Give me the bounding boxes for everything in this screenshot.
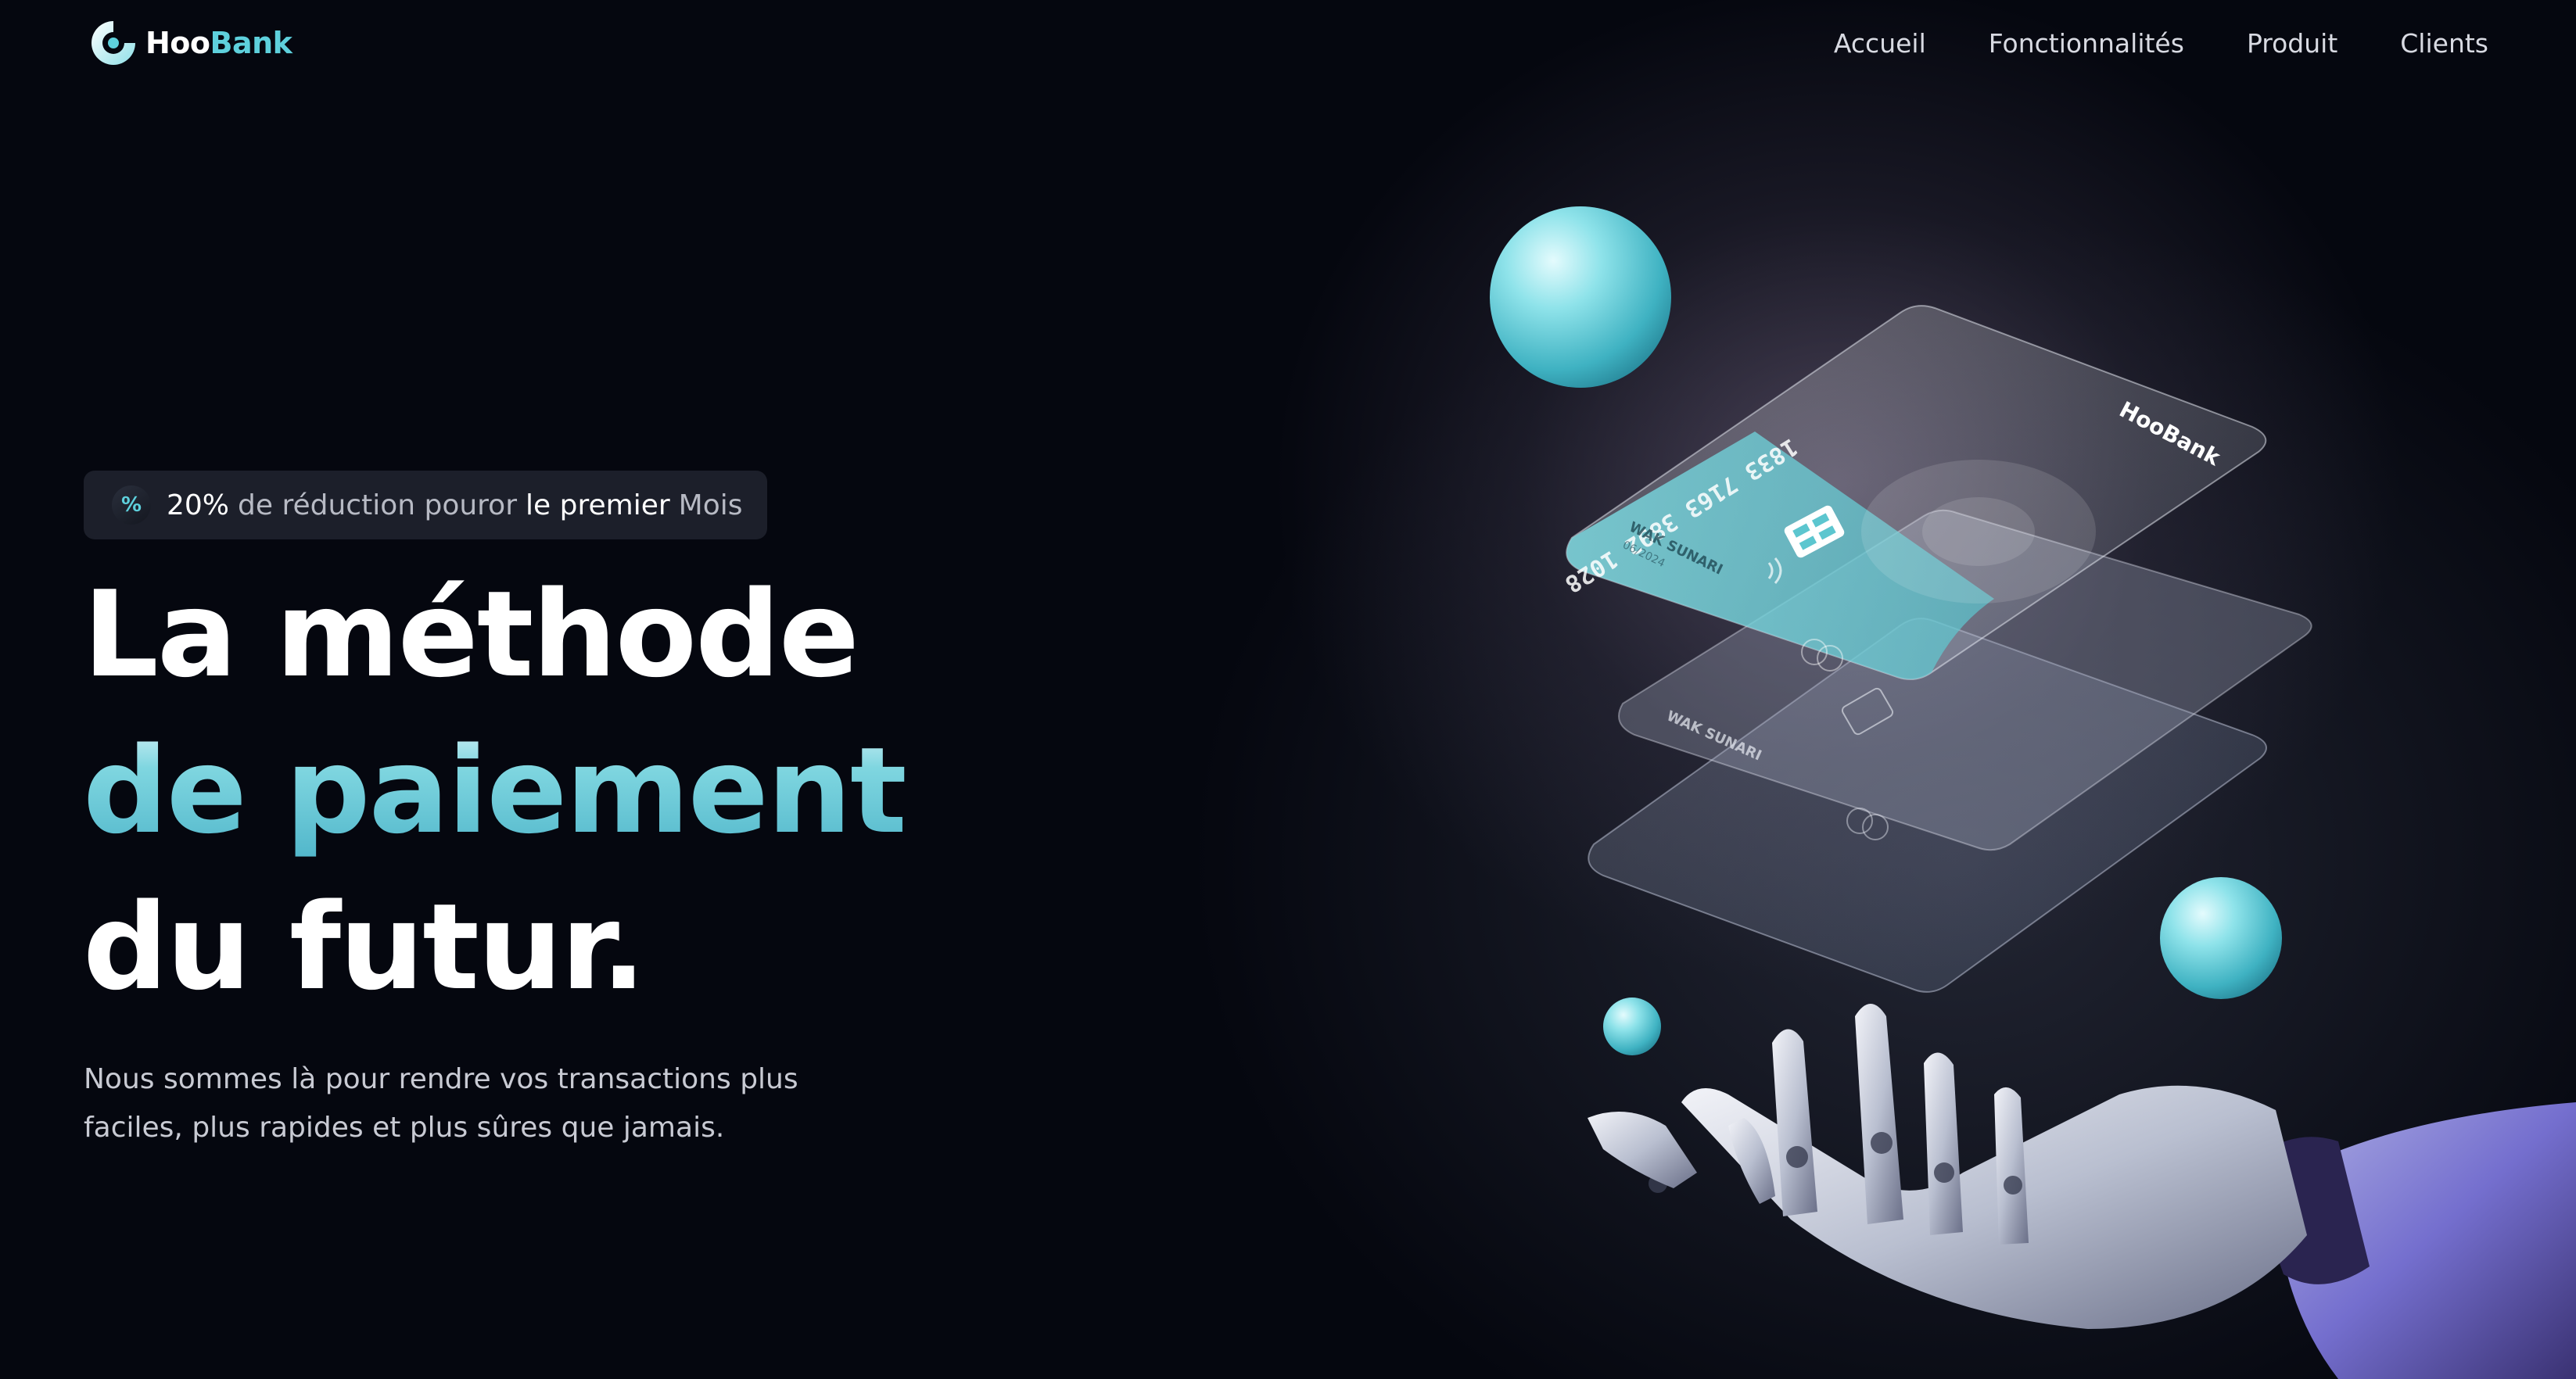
hero-illustration: WAK SUNARI 1833 7163 3892 1028 HooBank W…: [1490, 206, 2576, 1379]
nav-item-accueil[interactable]: Accueil: [1834, 28, 1926, 59]
sphere-medium: [2160, 877, 2282, 999]
promo-highlight: le premier: [526, 489, 670, 521]
hoobank-logo-icon: [91, 21, 135, 65]
hero-line-1: La méthode: [83, 565, 859, 704]
nav-item-fonctionnalites[interactable]: Fonctionnalités: [1989, 28, 2184, 59]
hero-line-3: du futur.: [83, 878, 646, 1016]
nav-item-produit[interactable]: Produit: [2247, 28, 2337, 59]
robot-hand: [1588, 1004, 2576, 1379]
promo-badge: % 20% de réduction pouror le premier Moi…: [84, 471, 768, 539]
hero-headline: La méthode de paiement du futur.: [83, 557, 907, 1026]
hero-subtitle: Nous sommes là pour rendre vos transacti…: [84, 1063, 798, 1144]
brand-logo[interactable]: HooBank: [88, 17, 292, 69]
promo-text: de réduction pouror: [238, 489, 518, 521]
brand-name: HooBank: [145, 26, 292, 60]
nav-item-clients[interactable]: Clients: [2400, 28, 2488, 59]
promo-text-end: Mois: [678, 489, 743, 521]
hero-line-2: de paiement: [83, 713, 907, 869]
sphere-small: [1603, 998, 1661, 1055]
promo-percent: 20%: [167, 489, 230, 521]
page: HooBank Accueil Fonctionnalités Produit …: [0, 0, 2576, 1379]
sphere-large: [1490, 206, 1671, 388]
card-top-emboss-inner: [1922, 497, 2035, 566]
discount-icon: %: [112, 485, 151, 525]
main-nav: Accueil Fonctionnalités Produit Clients: [1834, 28, 2488, 59]
